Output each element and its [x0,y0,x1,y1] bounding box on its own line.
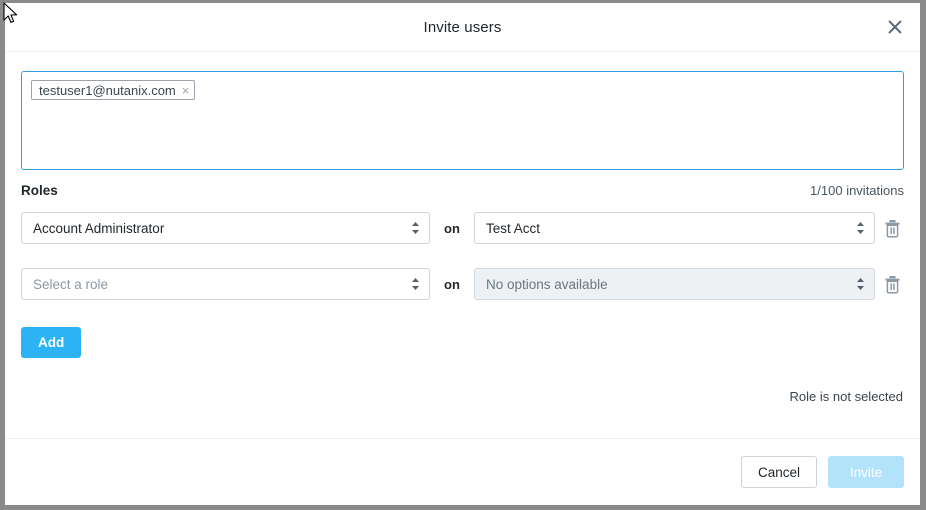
role-select-1-value: Account Administrator [33,220,165,236]
scope-select-2: No options available [474,268,875,300]
role-select-2[interactable]: Select a role [21,268,430,300]
recipient-chip-remove-icon[interactable]: × [182,84,190,97]
recipients-input[interactable]: testuser1@nutanix.com × [21,71,904,170]
trash-icon[interactable] [884,219,901,238]
trash-icon[interactable] [884,275,901,294]
on-label-1: on [444,220,460,236]
chevron-updown-icon [856,277,865,291]
recipient-chip-label: testuser1@nutanix.com [39,82,176,98]
invite-button: Invite [828,456,904,488]
invitation-counter: 1/100 invitations [810,183,904,198]
scope-select-1-value: Test Acct [486,220,541,236]
roles-header: Roles 1/100 invitations [21,183,904,198]
browser-viewport: Invite users testuser1@nutanix.com × Rol… [0,0,926,510]
role-assignment-row: Account Administrator on Test Acct [21,212,904,244]
cancel-button[interactable]: Cancel [740,456,817,488]
invite-users-dialog: Invite users testuser1@nutanix.com × Rol… [5,3,920,505]
role-select-1[interactable]: Account Administrator [21,212,430,244]
dialog-header: Invite users [5,3,920,52]
dialog-footer: Cancel Invite [5,438,920,505]
dialog-body: testuser1@nutanix.com × Roles 1/100 invi… [5,52,920,438]
role-select-2-value: Select a role [33,276,109,292]
chevron-updown-icon [411,221,420,235]
scope-select-1[interactable]: Test Acct [474,212,875,244]
close-icon[interactable] [880,12,910,42]
on-label-2: on [444,276,460,292]
add-role-button[interactable]: Add [21,327,82,358]
scope-select-2-value: No options available [486,276,608,292]
chevron-updown-icon [856,221,865,235]
recipient-chip[interactable]: testuser1@nutanix.com × [31,80,196,100]
role-assignment-row: Select a role on No options available [21,268,904,300]
dialog-title: Invite users [423,18,502,36]
validation-message: Role is not selected [789,389,903,404]
roles-label: Roles [21,183,58,198]
chevron-updown-icon [411,277,420,291]
